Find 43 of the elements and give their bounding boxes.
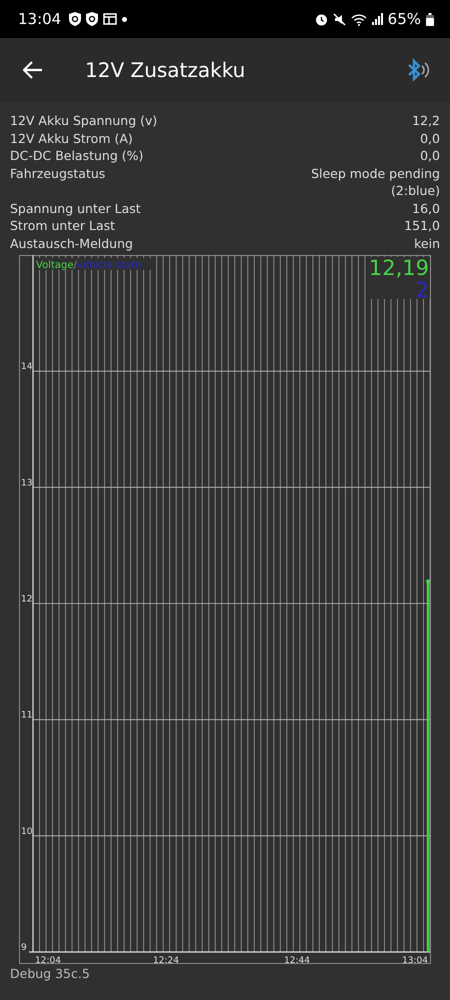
current-value: 2 [416,278,429,302]
signal-icon [372,13,383,25]
reading-value: 0,0 [420,147,440,164]
dot-icon [122,16,128,22]
x-tick-label: 13:04 [402,956,428,964]
data-point [426,579,430,584]
screen-title: 12V Zusatzakku [85,58,246,82]
battery-icon [426,12,434,26]
back-arrow-icon[interactable] [23,61,43,79]
window-icon [103,13,118,25]
y-tick-label: 11 [21,710,32,721]
y-tick-label: 13 [21,478,32,488]
mute-icon [332,12,346,26]
reading-label: 12V Akku Spannung (v) [10,112,158,130]
reading-value: 12,2 [412,112,440,130]
battery-percentage: 65% [388,10,421,28]
shield-icon [86,12,98,26]
wifi-icon [350,12,367,26]
y-tick-label: 12 [21,594,32,604]
x-tick-label: 12:04 [35,956,61,964]
y-tick-label: 10 [21,826,32,837]
reading-label: 12V Akku Strom (A) [10,130,133,147]
debug-label: Debug 35c.5 [9,965,91,983]
bluetooth-icon[interactable] [406,58,432,82]
reading-value: 151,0 [404,217,440,234]
current-value: 12,19 [368,256,429,280]
reading-value: 0,0 [420,130,440,147]
chart-legend: Voltage/vehicle state [36,260,142,271]
reading-value: 16,0 [412,200,440,217]
clock: 13:04 [18,10,62,28]
reading-label: Spannung unter Last [10,200,141,217]
reading-label: DC-DC Belastung (%) [10,147,144,164]
x-tick-label: 12:44 [284,956,310,964]
x-tick-label: 12:24 [153,956,179,964]
reading-label: Fahrzeugstatus [10,164,106,182]
alarm-icon [314,12,328,26]
shield-icon [69,12,82,26]
reading-value: kein [414,234,440,252]
y-tick-label: 9 [21,943,27,953]
reading-label: Strom unter Last [10,217,116,234]
reading-label: Austausch-Meldung [10,234,133,252]
reading-value: Sleep mode pending (2:blue) [310,164,440,200]
y-tick-label: 14 [21,362,32,372]
